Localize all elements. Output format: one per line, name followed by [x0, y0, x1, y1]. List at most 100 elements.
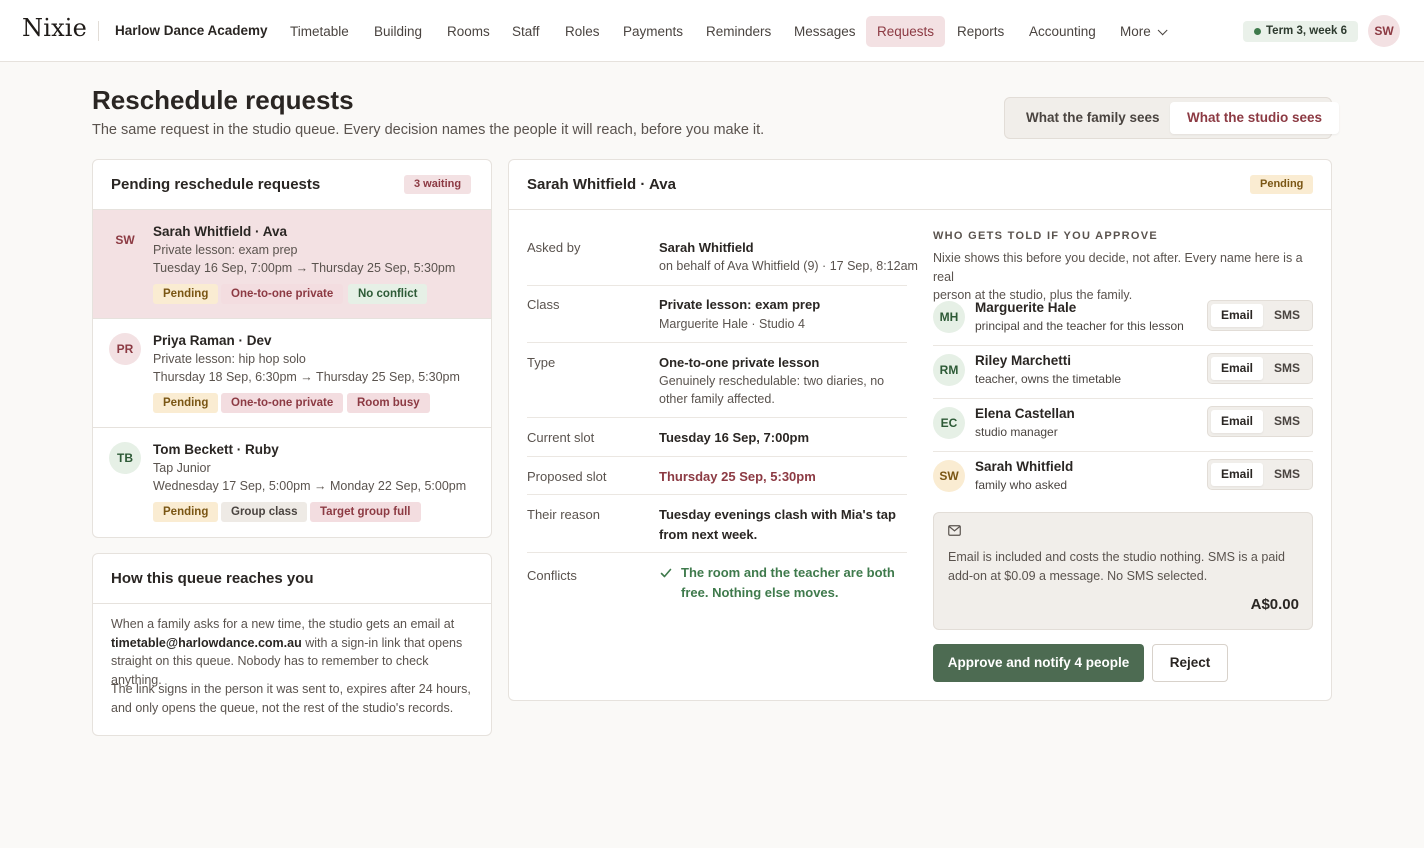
detail-title: Sarah Whitfield · Ava — [527, 176, 676, 193]
chevron-down-icon — [1157, 25, 1168, 36]
studio-email: timetable@harlowdance.com.au — [111, 635, 302, 650]
academy-name[interactable]: Harlow Dance Academy — [115, 23, 268, 38]
how-queue-card: How this queue reaches you When a family… — [92, 553, 492, 736]
type-tag: Group class — [221, 502, 308, 522]
approve-button[interactable]: Approve and notify 4 people — [933, 644, 1144, 682]
avatar: RM — [933, 354, 965, 386]
sms-option[interactable]: SMS — [1264, 304, 1310, 327]
status-badge: Pending — [1250, 175, 1314, 194]
avatar: MH — [933, 301, 965, 333]
nav-roles[interactable]: Roles — [554, 16, 611, 47]
how-line: timetable@harlowdance.com.au with a sign… — [111, 634, 476, 653]
nav-reports[interactable]: Reports — [946, 16, 1015, 47]
waiting-count-badge: 3 waiting — [404, 175, 472, 194]
nav-reminders[interactable]: Reminders — [695, 16, 782, 47]
check-icon — [660, 568, 672, 578]
nav-timetable[interactable]: Timetable — [279, 16, 360, 47]
nav-payments[interactable]: Payments — [612, 16, 694, 47]
asked-by-sub: on behalf of Ava Whitfield (9) · 17 Sep,… — [659, 259, 918, 273]
cost-line: add-on at $0.09 a message. No SMS select… — [948, 569, 1208, 583]
notify-person: MH Marguerite Hale principal and the tea… — [933, 293, 1313, 346]
class-value: Private lesson: exam prep — [659, 297, 821, 312]
reject-button[interactable]: Reject — [1152, 644, 1228, 682]
cost-line: Email is included and costs the studio n… — [948, 550, 1285, 564]
request-name: Sarah Whitfield · Ava — [153, 224, 288, 239]
term-status-badge: Term 3, week 6 — [1243, 21, 1358, 42]
card-header: Sarah Whitfield · Ava Pending — [509, 160, 1331, 210]
person-name: Elena Castellan — [975, 406, 1075, 421]
request-slot: Wednesday 17 Sep, 5:00pm → Monday 22 Sep… — [153, 479, 467, 493]
cost-total: A$0.00 — [1250, 596, 1299, 613]
asked-by-row: Asked by Sarah Whitfield on behalf of Av… — [527, 238, 918, 286]
card-header: Pending reschedule requests 3 waiting — [93, 160, 491, 210]
email-option[interactable]: Email — [1211, 463, 1263, 486]
proposed-slot-row: Proposed slot Thursday 25 Sep, 5:30pm — [527, 467, 907, 495]
page-title: Reschedule requests — [92, 85, 354, 115]
request-item[interactable]: PR Priya Raman · Dev Private lesson: hip… — [93, 319, 491, 428]
nav-accounting[interactable]: Accounting — [1018, 16, 1107, 47]
nav-rooms[interactable]: Rooms — [436, 16, 501, 47]
conflict-tag: Room busy — [347, 393, 430, 413]
who-desc-line: Nixie shows this before you decide, not … — [933, 251, 1303, 284]
person-role: studio manager — [975, 425, 1058, 439]
card-header: How this queue reaches you — [93, 554, 491, 604]
request-detail-card: Sarah Whitfield · Ava Pending Asked by S… — [508, 159, 1332, 701]
view-studio-button[interactable]: What the studio sees — [1170, 102, 1340, 134]
row-label: Class — [527, 297, 560, 312]
view-family-button[interactable]: What the family sees — [1009, 102, 1177, 134]
request-name: Priya Raman · Dev — [153, 333, 272, 348]
row-label: Asked by — [527, 240, 581, 255]
request-slot: Tuesday 16 Sep, 7:00pm → Thursday 25 Sep… — [153, 261, 456, 275]
notify-person: EC Elena Castellan studio manager Email … — [933, 399, 1313, 452]
nav-requests[interactable]: Requests — [866, 16, 946, 47]
how-paragraph-2: The link signs in the person it was sent… — [111, 680, 476, 717]
nav-building[interactable]: Building — [363, 16, 433, 47]
nav-messages[interactable]: Messages — [783, 16, 867, 47]
row-label: Their reason — [527, 507, 600, 522]
email-option[interactable]: Email — [1211, 410, 1263, 433]
avatar: TB — [109, 442, 141, 474]
email-option[interactable]: Email — [1211, 304, 1263, 327]
conflict-tag: No conflict — [348, 284, 428, 304]
pending-requests-card: Pending reschedule requests 3 waiting SW… — [92, 159, 492, 538]
conflict-tag: Target group full — [310, 502, 421, 522]
request-item[interactable]: TB Tom Beckett · Ruby Tap Junior Wednesd… — [93, 428, 491, 537]
type-tag: One-to-one private — [221, 284, 344, 304]
current-slot-row: Current slot Tuesday 16 Sep, 7:00pm — [527, 428, 907, 457]
nav-staff[interactable]: Staff — [501, 16, 551, 47]
type-row: Type One-to-one private lesson Genuinely… — [527, 353, 907, 418]
sms-option[interactable]: SMS — [1264, 410, 1310, 433]
cost-text: Email is included and costs the studio n… — [948, 548, 1308, 586]
reason-value: from next week. — [659, 527, 758, 542]
nav-more[interactable]: More — [1109, 16, 1175, 47]
status-dot-icon — [1254, 28, 1261, 35]
how-line: The link signs in the person it was sent… — [111, 682, 471, 696]
nixie-logo[interactable]: Nixie — [22, 14, 87, 42]
user-avatar[interactable]: SW — [1368, 15, 1400, 47]
how-text-span: with a sign-in link that opens — [305, 635, 463, 650]
conflicts-row: Conflicts The room and the teacher are b… — [527, 563, 907, 611]
status-tag: Pending — [153, 393, 219, 413]
person-role: family who asked — [975, 478, 1068, 492]
request-class: Tap Junior — [153, 461, 211, 475]
person-role: teacher, owns the timetable — [975, 372, 1122, 386]
request-item[interactable]: SW Sarah Whitfield · Ava Private lesson:… — [93, 210, 491, 319]
how-paragraph-1: When a family asks for a new time, the s… — [111, 615, 476, 689]
notify-person: SW Sarah Whitfield family who asked Emai… — [933, 452, 1313, 505]
reason-row: Their reason Tuesday evenings clash with… — [527, 505, 907, 553]
mail-icon — [948, 525, 961, 536]
row-label: Conflicts — [527, 568, 577, 583]
sms-option[interactable]: SMS — [1264, 463, 1310, 486]
person-name: Riley Marchetti — [975, 353, 1072, 368]
sms-option[interactable]: SMS — [1264, 357, 1310, 380]
type-tag: One-to-one private — [221, 393, 344, 413]
status-tag: Pending — [153, 284, 219, 304]
avatar: PR — [109, 333, 141, 365]
email-option[interactable]: Email — [1211, 357, 1263, 380]
row-label: Type — [527, 355, 556, 370]
type-sub: Genuinely reschedulable: two diaries, no — [659, 374, 885, 388]
request-name: Tom Beckett · Ruby — [153, 442, 279, 457]
card-title: Pending reschedule requests — [111, 176, 321, 193]
channel-toggle: Email SMS — [1207, 300, 1313, 331]
proposed-slot-value: Thursday 25 Sep, 5:30pm — [659, 469, 816, 484]
